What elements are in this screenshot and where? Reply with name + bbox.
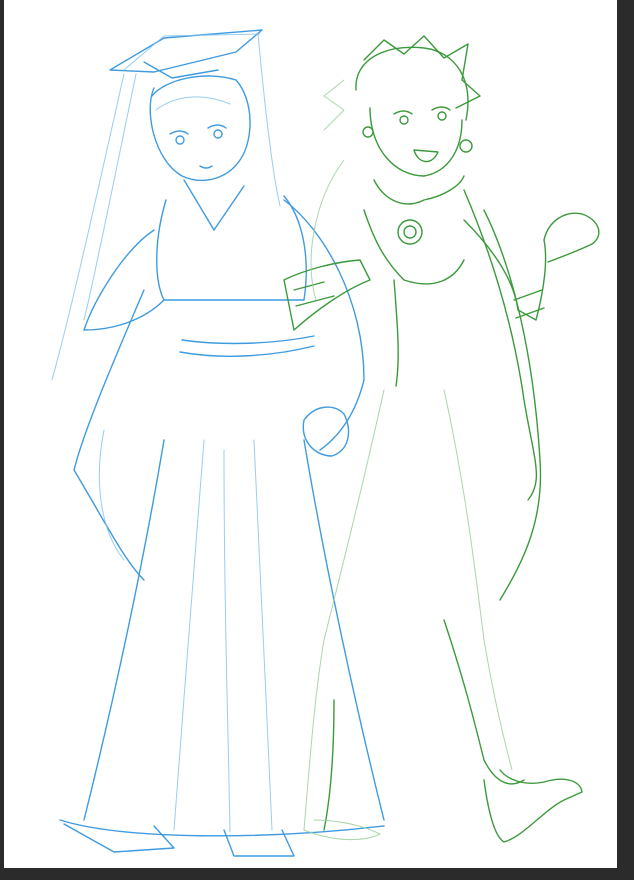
green-character-sketch xyxy=(283,35,600,843)
sketch-artwork xyxy=(51,29,600,857)
drawing-canvas[interactable] xyxy=(4,0,617,868)
vertical-scrollbar[interactable] xyxy=(617,0,634,880)
drawing-app-window xyxy=(0,0,634,880)
horizontal-scrollbar[interactable] xyxy=(0,868,634,880)
